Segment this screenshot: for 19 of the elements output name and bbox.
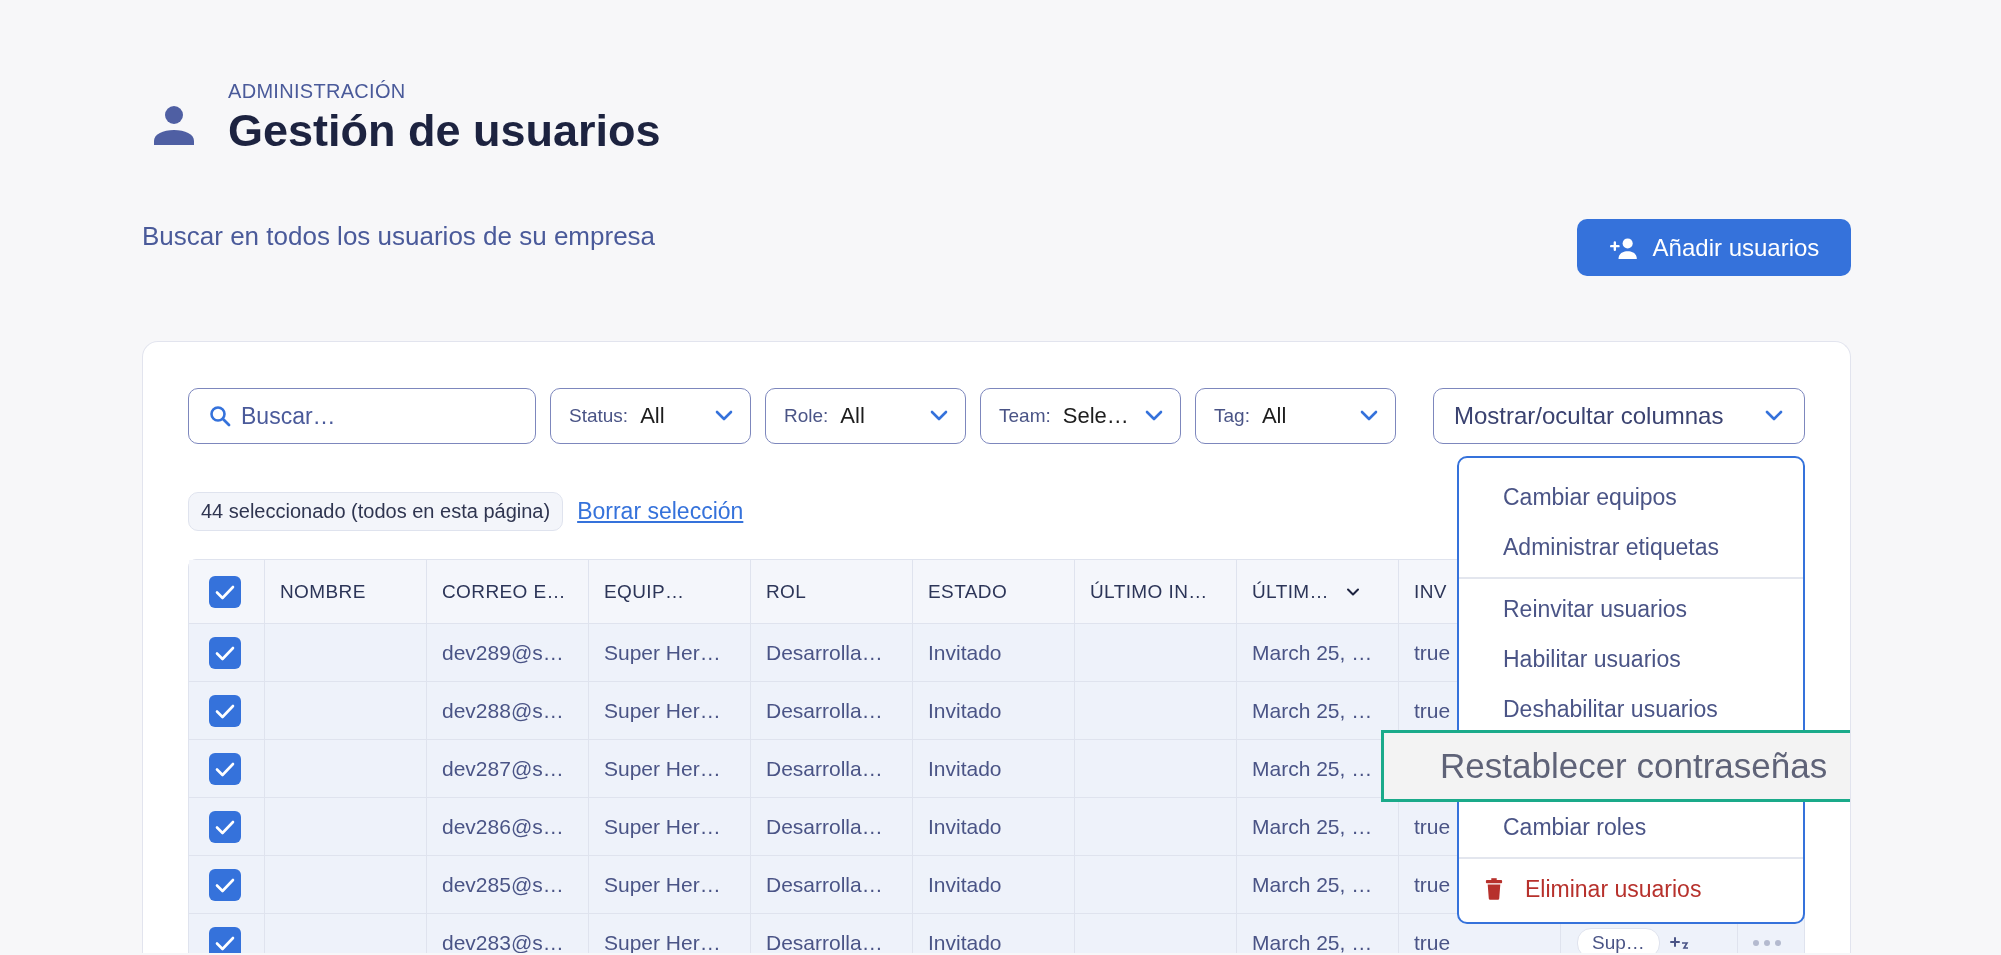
table-cell: dev283@s… [426,914,588,953]
filter-label: Tag: [1214,405,1250,427]
dropdown-label: Mostrar/ocultar columnas [1454,402,1724,430]
filter-value: All [840,403,865,429]
table-cell: Super Her… [588,914,750,953]
filter-value: All [640,403,665,429]
filter-value: Sele… [1062,403,1129,429]
page-title: Gestión de usuarios [228,105,661,157]
table-cell: Desarrolla… [750,914,912,953]
filter-label: Team: [999,405,1051,427]
filter-label: Role: [784,405,829,427]
filter-label: Status: [569,405,629,427]
selection-count: 44 seleccionado (todos en esta página) [188,492,564,531]
section-label: ADMINISTRACIÓN [228,80,407,103]
table-cell: Invitado [912,914,1074,953]
table-cell: March 25, … [1236,914,1398,953]
tag-chip: Sup… [1577,927,1660,953]
filter-value: All [1261,403,1287,429]
page-subtitle: Buscar en todos los usuarios de su empresa [142,220,656,252]
